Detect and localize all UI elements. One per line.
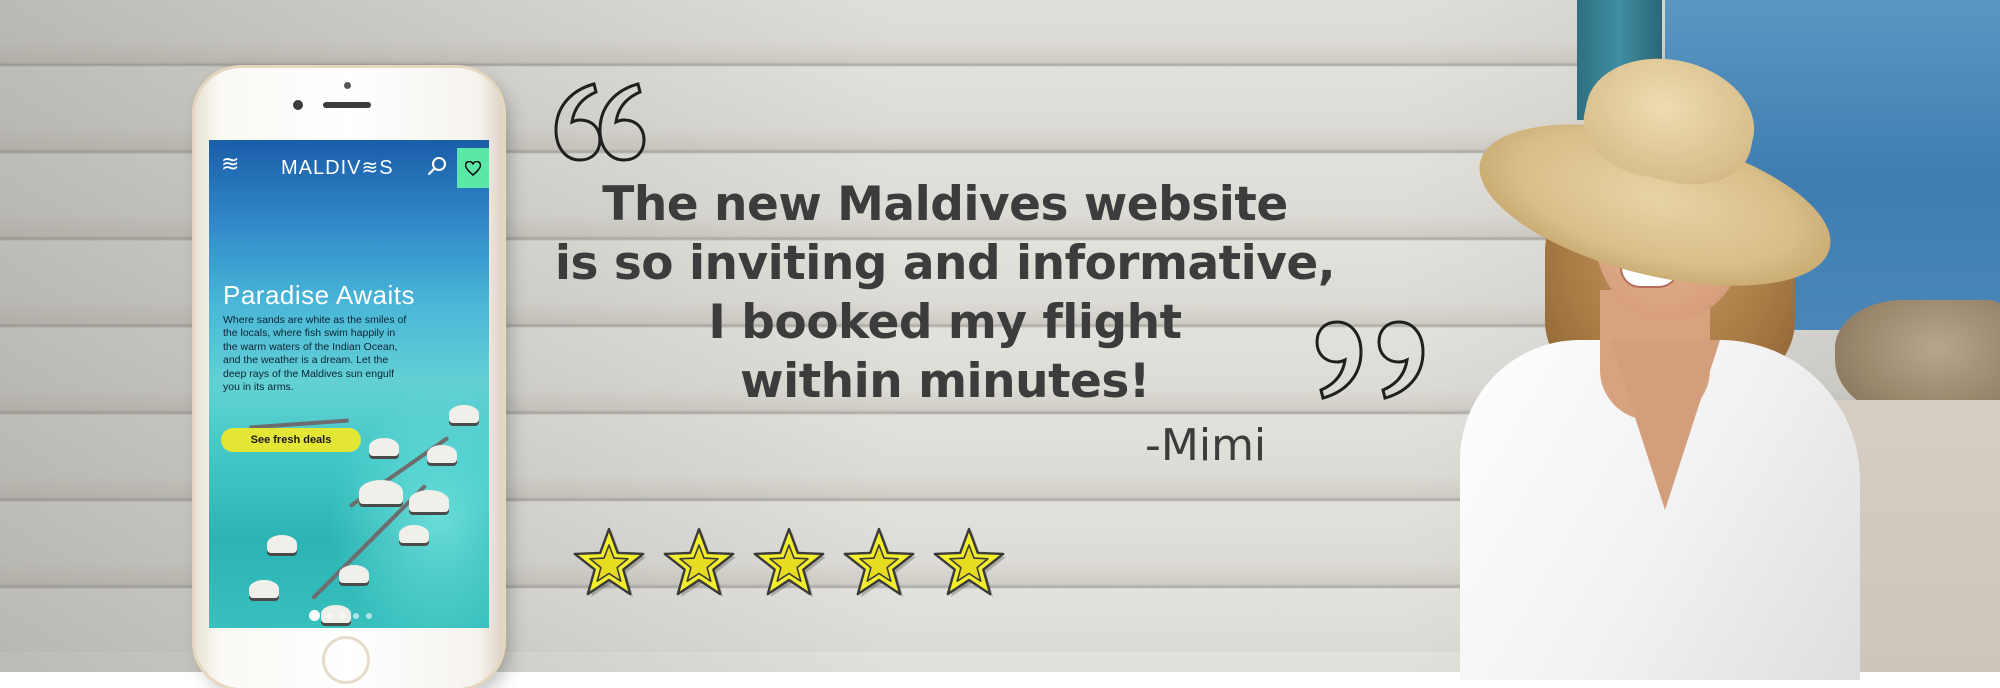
star-icon [843, 527, 917, 598]
testimonial-quote: The new Maldives website is so inviting … [540, 175, 1350, 411]
open-quote-icon [554, 82, 646, 162]
villa [339, 565, 369, 583]
see-fresh-deals-button[interactable]: See fresh deals [221, 428, 361, 452]
villa [409, 490, 449, 512]
testimonial-author: -Mimi [1145, 420, 1267, 471]
phone-mockup: ≋ MALDIV≋S Paradise Awaits Where sands a… [195, 68, 503, 688]
heart-icon [465, 160, 481, 176]
star-icon [753, 527, 827, 598]
villa [449, 405, 479, 423]
search-icon[interactable] [427, 156, 447, 176]
star-icon [573, 527, 647, 598]
shirt-collar [1610, 340, 1720, 510]
star-icon [933, 527, 1007, 598]
favorites-button[interactable] [457, 148, 489, 188]
quote-line: The new Maldives website [602, 177, 1288, 232]
phone-speaker [323, 102, 371, 108]
villa [399, 525, 429, 543]
quote-line: is so inviting and informative, [554, 236, 1336, 291]
carousel-dot[interactable] [353, 612, 359, 619]
villa [359, 480, 403, 504]
mobile-nav-bar: ≋ MALDIV≋S [209, 140, 489, 192]
phone-home-button [322, 636, 370, 684]
straw-hat [1463, 43, 1847, 317]
villa [427, 445, 457, 463]
quote-line: within minutes! [740, 354, 1150, 409]
villa [267, 535, 297, 553]
menu-waves-icon[interactable]: ≋ [221, 154, 239, 176]
carousel-dot[interactable] [340, 612, 346, 619]
carousel-dot[interactable] [366, 612, 372, 619]
villa [369, 438, 399, 456]
phone-sensor [344, 82, 351, 89]
woman-photo [1440, 40, 1900, 680]
hero-title: Paradise Awaits [223, 280, 416, 310]
phone-camera [293, 100, 303, 110]
carousel-dot[interactable] [309, 610, 320, 621]
hero-description: Where sands are white as the smiles of t… [223, 314, 407, 394]
carousel-dot[interactable] [327, 612, 333, 619]
site-logo[interactable]: MALDIV≋S [281, 155, 394, 180]
star-icon [663, 527, 737, 598]
villa [249, 580, 279, 598]
phone-screen: ≋ MALDIV≋S Paradise Awaits Where sands a… [209, 140, 489, 628]
carousel-dots [309, 610, 372, 621]
quote-line: I booked my flight [708, 295, 1182, 350]
star-rating [570, 524, 1008, 602]
